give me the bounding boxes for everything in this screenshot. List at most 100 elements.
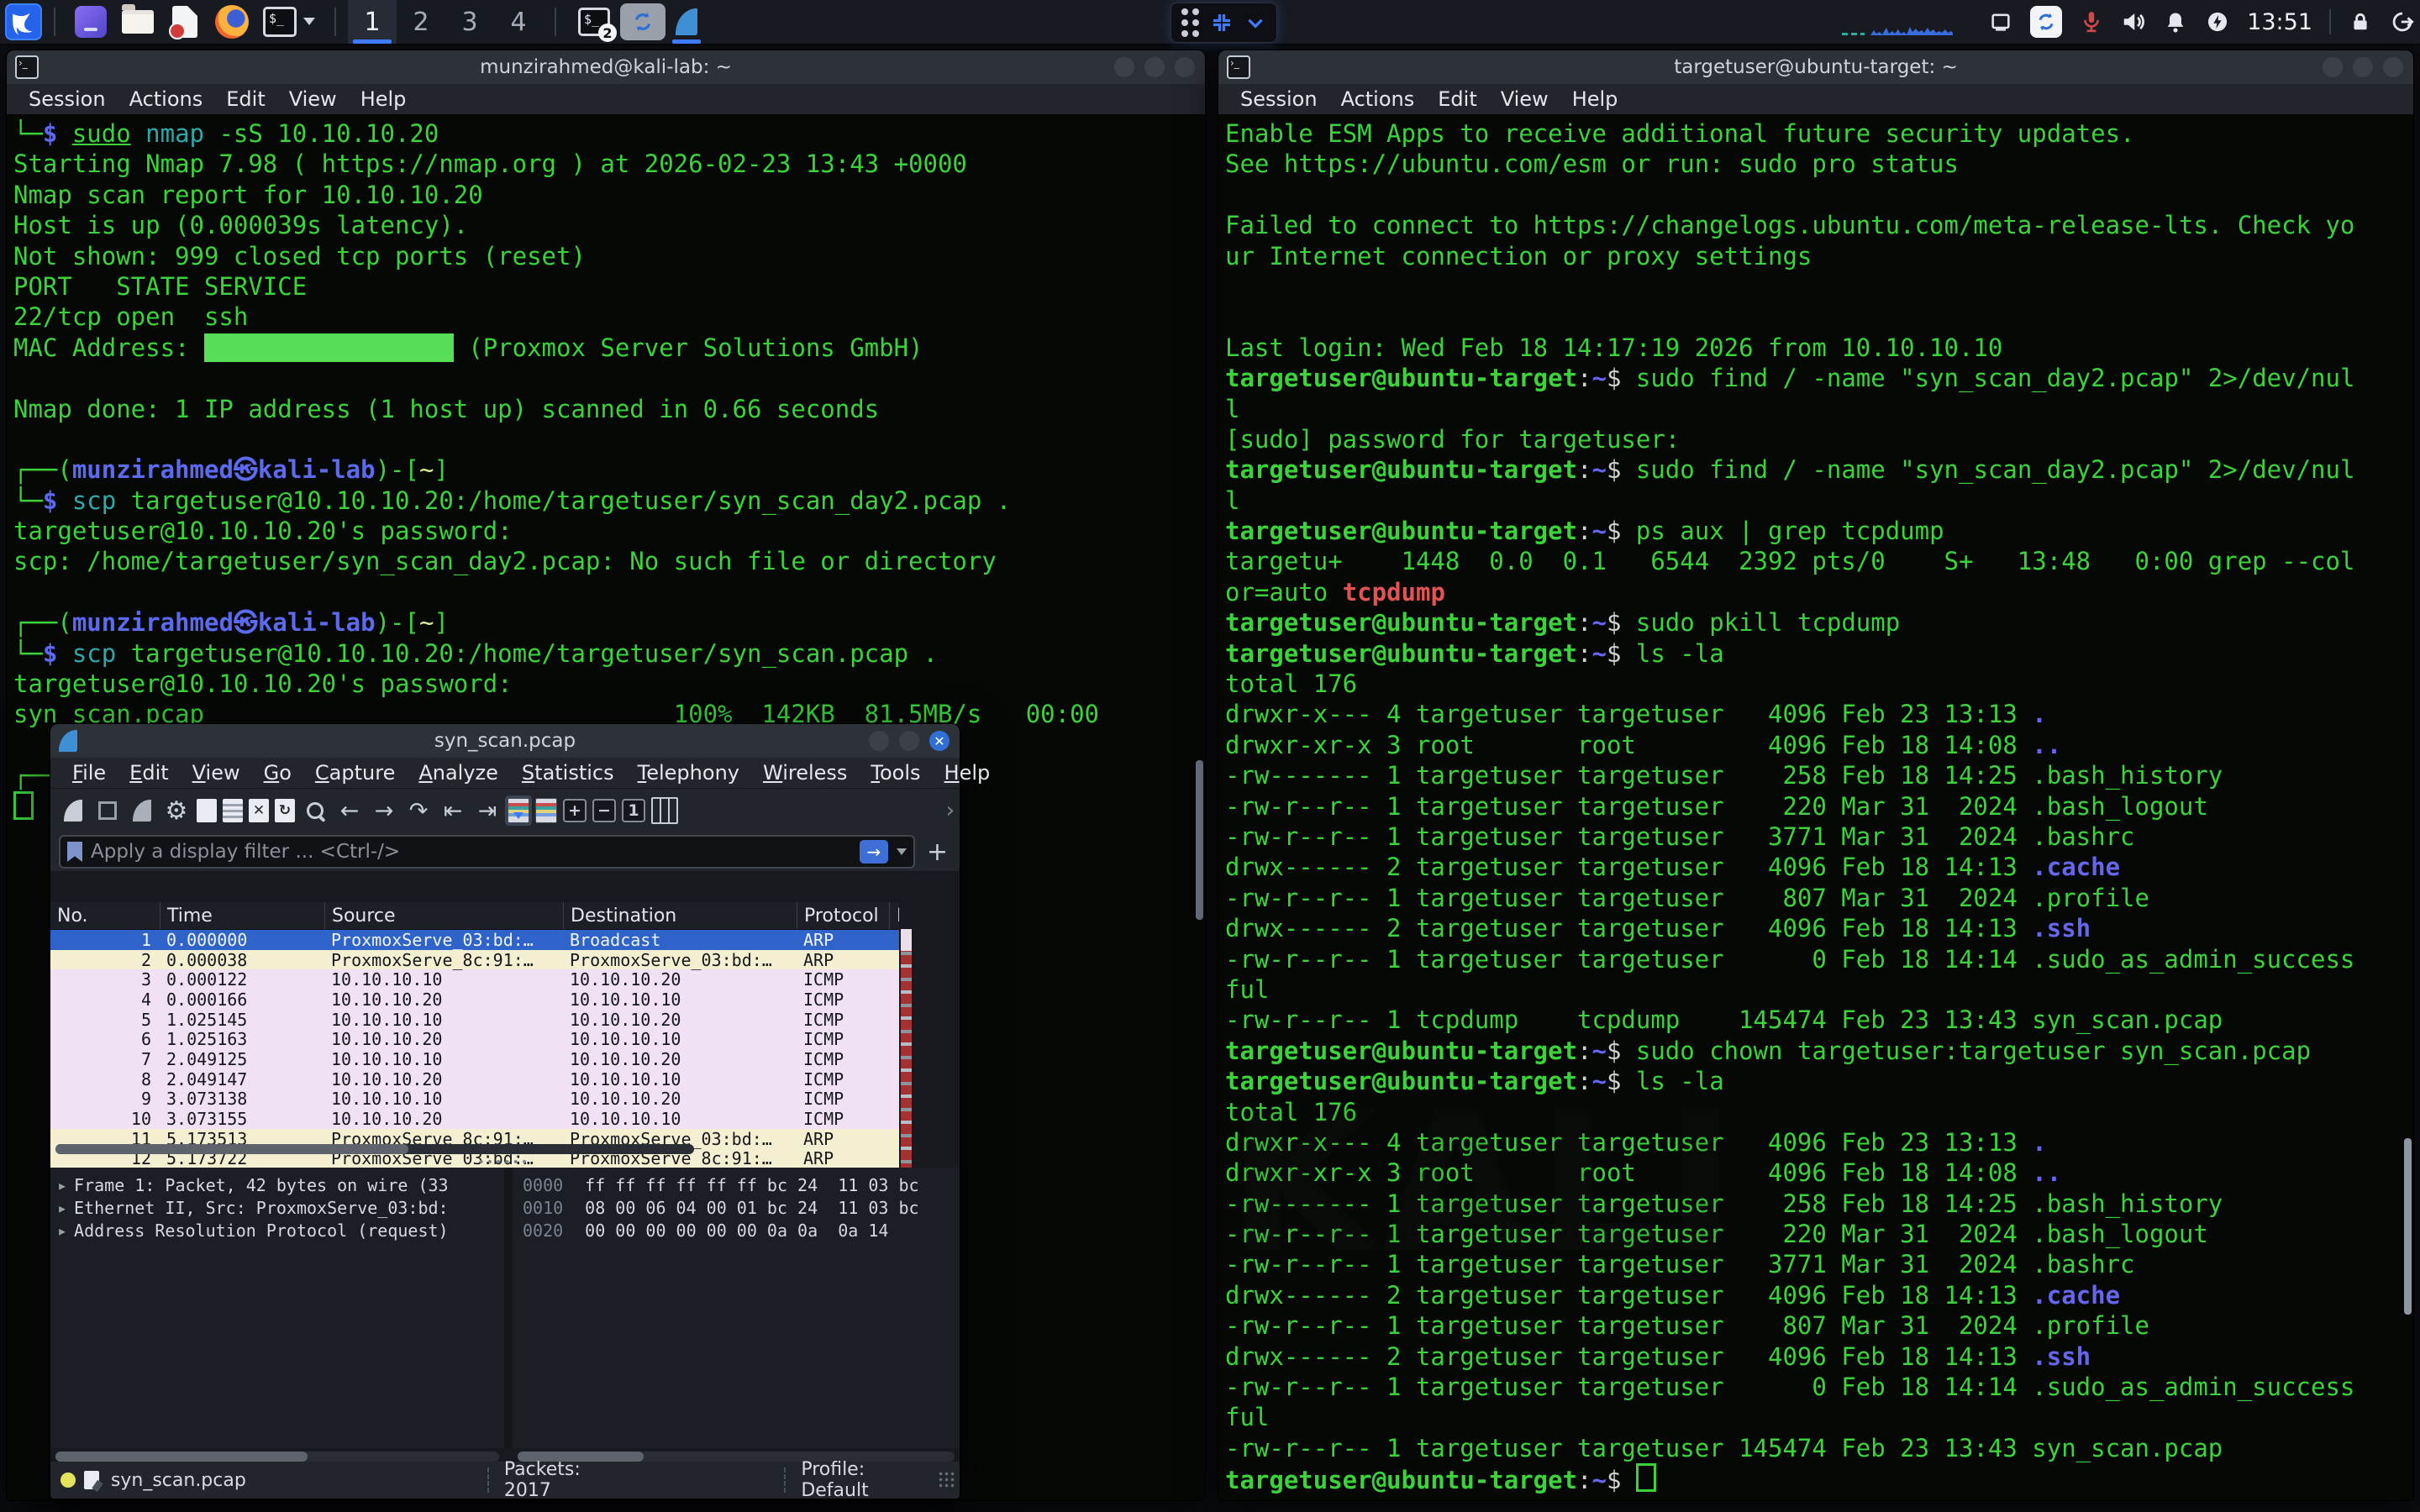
- menu-item-actions[interactable]: Actions: [119, 87, 213, 111]
- maximize-button[interactable]: [2353, 57, 2373, 77]
- ubuntu-terminal-titlebar[interactable]: targetuser@ubuntu-target: ~: [1218, 50, 2413, 84]
- add-filter-button[interactable]: +: [923, 837, 951, 867]
- resize-grip[interactable]: [938, 1471, 956, 1489]
- go-back-icon[interactable]: ←: [335, 795, 364, 826]
- minimize-button[interactable]: [1114, 57, 1134, 77]
- menu-item-telephony[interactable]: Telephony: [628, 761, 750, 785]
- hex-dump-row[interactable]: 0020 00 00 00 00 00 00 0a 0a 0a 14: [513, 1220, 960, 1242]
- packet-row[interactable]: 7 2.049125 10.10.10.10 10.10.10.20 ICMP: [50, 1049, 899, 1069]
- packet-row[interactable]: 9 3.073138 10.10.10.10 10.10.10.20 ICMP: [50, 1089, 899, 1109]
- apply-filter-button[interactable]: →: [859, 840, 888, 864]
- power-manager-icon[interactable]: [2205, 9, 2230, 34]
- taskbar-active-app[interactable]: [620, 3, 666, 40]
- menu-item-edit[interactable]: Edit: [1428, 87, 1486, 111]
- restart-capture-icon[interactable]: [128, 795, 156, 826]
- column-header-time[interactable]: Time: [160, 902, 324, 929]
- capture-comments-icon[interactable]: [83, 1471, 99, 1489]
- packet-bytes-pane[interactable]: 0000 ff ff ff ff ff ff bc 24 11 03 bc 0010…: [513, 1168, 960, 1448]
- status-profile[interactable]: Profile: Default: [801, 1459, 938, 1501]
- microphone-icon[interactable]: [2079, 9, 2104, 34]
- vertical-splitter[interactable]: [504, 1168, 513, 1448]
- menu-item-actions[interactable]: Actions: [1331, 87, 1425, 111]
- workspace-2[interactable]: 2: [397, 0, 445, 44]
- menu-item-go[interactable]: Go: [254, 761, 302, 785]
- auto-scroll-icon[interactable]: [508, 798, 529, 823]
- details-hscrollbar[interactable]: [55, 1452, 499, 1462]
- menu-item-capture[interactable]: Capture: [305, 761, 405, 785]
- menu-item-view[interactable]: View: [279, 87, 347, 111]
- column-header-source[interactable]: Source: [324, 902, 563, 929]
- terminal-launcher-icon[interactable]: $_: [260, 3, 318, 41]
- file-manager-icon[interactable]: [118, 3, 157, 41]
- menu-item-analyze[interactable]: Analyze: [408, 761, 508, 785]
- capture-options-icon[interactable]: ⚙: [162, 795, 191, 826]
- zoom-in-icon[interactable]: +: [563, 799, 587, 822]
- go-forward-icon[interactable]: →: [370, 795, 398, 826]
- packet-row[interactable]: 10 3.073155 10.10.10.20 10.10.10.10 ICMP: [50, 1109, 899, 1129]
- next-packet-icon[interactable]: ⇥: [473, 795, 502, 826]
- hex-dump-row[interactable]: 0000 ff ff ff ff ff ff bc 24 11 03 bc: [513, 1174, 960, 1197]
- packet-row[interactable]: 1 0.000000 ProxmoxServe_03:bd:… Broadcast AR…: [50, 930, 899, 950]
- menu-item-view[interactable]: View: [182, 761, 250, 785]
- packet-row[interactable]: 3 0.000122 10.10.10.10 10.10.10.20 ICMP: [50, 969, 899, 990]
- go-to-packet-icon[interactable]: ↷: [404, 795, 433, 826]
- zoom-original-icon[interactable]: 1: [622, 799, 645, 822]
- packet-list-hscrollbar[interactable]: [55, 1144, 694, 1154]
- kali-terminal-titlebar[interactable]: munzirahmed@kali-lab: ~: [7, 50, 1205, 84]
- ubuntu-terminal-content[interactable]: KALI Enable ESM Apps to receive addition…: [1218, 114, 2413, 1500]
- packet-details-pane[interactable]: ▸ Frame 1: Packet, 42 bytes on wire (33 ▸ E…: [50, 1168, 504, 1448]
- menu-item-tools[interactable]: Tools: [860, 761, 930, 785]
- notifications-bell-icon[interactable]: [2163, 9, 2188, 34]
- maximize-button[interactable]: [1144, 57, 1165, 77]
- terminal-scrollbar[interactable]: [1196, 760, 1203, 920]
- menu-item-wireless[interactable]: Wireless: [753, 761, 857, 785]
- packet-row[interactable]: 6 1.025163 10.10.10.20 10.10.10.10 ICMP: [50, 1029, 899, 1049]
- packet-list-header[interactable]: No.TimeSourceDestinationProtocolLe: [50, 902, 899, 930]
- toolbar-overflow-icon[interactable]: ›: [946, 798, 960, 823]
- minimize-button[interactable]: [2323, 57, 2343, 77]
- menu-item-help[interactable]: Help: [1562, 87, 1628, 111]
- lock-screen-icon[interactable]: [2348, 9, 2373, 34]
- packet-row[interactable]: 8 2.049147 10.10.10.20 10.10.10.10 ICMP: [50, 1069, 899, 1089]
- detail-tree-row[interactable]: ▸ Frame 1: Packet, 42 bytes on wire (33: [50, 1174, 504, 1197]
- close-button[interactable]: [2383, 57, 2403, 77]
- reload-file-icon[interactable]: ↻: [275, 799, 295, 822]
- menu-item-statistics[interactable]: Statistics: [512, 761, 624, 785]
- zoom-out-icon[interactable]: −: [592, 799, 616, 822]
- close-button[interactable]: [1175, 57, 1195, 77]
- detail-tree-row[interactable]: ▸ Address Resolution Protocol (request): [50, 1220, 504, 1242]
- open-file-icon[interactable]: [197, 799, 217, 822]
- wireshark-titlebar[interactable]: syn_scan.pcap ✕: [50, 724, 960, 758]
- menu-item-file[interactable]: File: [62, 761, 116, 785]
- close-file-icon[interactable]: ✕: [249, 799, 269, 822]
- packet-row[interactable]: 2 0.000038 ProxmoxServe_8c:91:… ProxmoxServ…: [50, 950, 899, 970]
- network-monitor-graph[interactable]: [1837, 5, 1971, 39]
- maximize-button[interactable]: [899, 731, 919, 751]
- kali-menu-button[interactable]: [5, 3, 42, 40]
- start-capture-icon[interactable]: [59, 795, 87, 826]
- taskbar-terminal-group[interactable]: $_ 2: [568, 0, 620, 44]
- column-header-destination[interactable]: Destination: [563, 902, 797, 929]
- minimize-button[interactable]: [869, 731, 889, 751]
- workspace-3[interactable]: 3: [445, 0, 494, 44]
- app-launcher-icon[interactable]: [71, 3, 110, 41]
- packet-row[interactable]: 5 1.025145 10.10.10.10 10.10.10.20 ICMP: [50, 1010, 899, 1030]
- sync-tray-icon[interactable]: [2030, 6, 2063, 38]
- filter-dropdown-caret[interactable]: [896, 848, 907, 860]
- menu-item-edit[interactable]: Edit: [119, 761, 178, 785]
- packet-list-scrollbar-map[interactable]: [901, 929, 912, 1168]
- display-layout-widget[interactable]: [1171, 3, 1277, 43]
- firefox-icon[interactable]: [213, 3, 251, 41]
- menu-item-session[interactable]: Session: [1230, 87, 1328, 111]
- menu-item-session[interactable]: Session: [18, 87, 116, 111]
- colorize-icon[interactable]: [535, 798, 557, 823]
- menu-item-edit[interactable]: Edit: [216, 87, 275, 111]
- bookmark-icon[interactable]: [67, 842, 82, 862]
- clock[interactable]: 13:51: [2247, 9, 2312, 35]
- expert-info-icon[interactable]: [60, 1473, 76, 1488]
- resize-columns-icon[interactable]: [651, 797, 678, 824]
- column-header-le[interactable]: Le: [889, 902, 899, 929]
- workspace-4[interactable]: 4: [494, 0, 543, 44]
- terminal-scrollbar[interactable]: [2404, 1138, 2412, 1315]
- network-connection-icon[interactable]: [1988, 9, 2013, 34]
